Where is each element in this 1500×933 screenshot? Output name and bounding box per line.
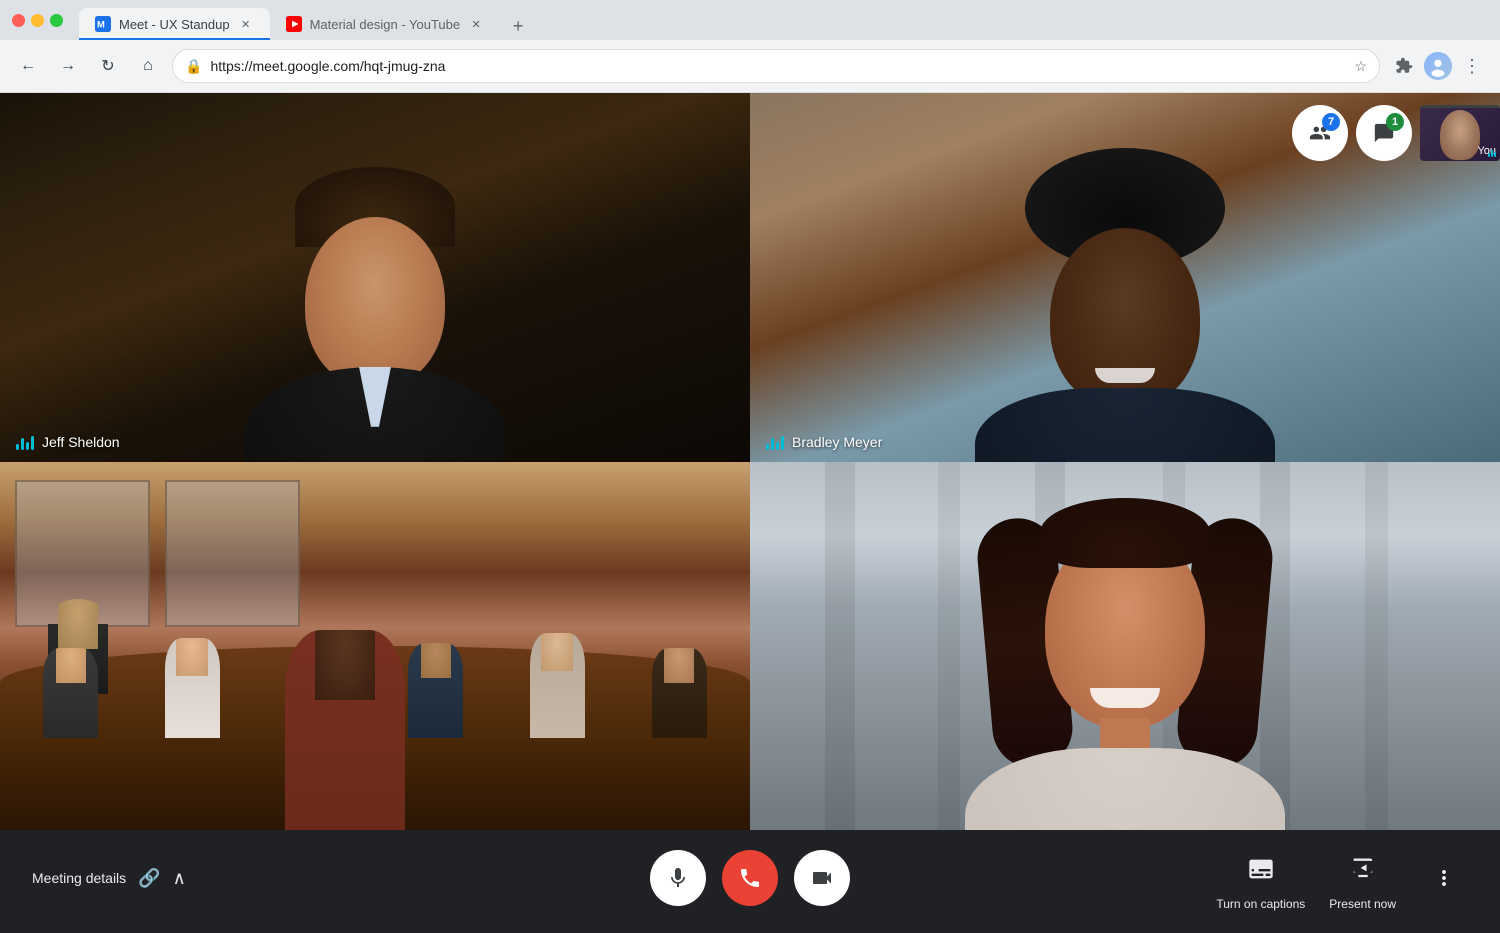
more-options-button[interactable] [1420, 854, 1468, 902]
video-tile-woman [750, 462, 1500, 831]
captions-action[interactable]: Turn on captions [1216, 845, 1305, 911]
self-view-audio [1488, 150, 1496, 157]
microphone-button[interactable] [650, 850, 706, 906]
back-button[interactable]: ← [12, 50, 44, 82]
top-right-controls: 7 1 You [1292, 105, 1500, 161]
user-avatar[interactable] [1424, 52, 1452, 80]
tab-meet-label: Meet - UX Standup [119, 17, 230, 32]
bradley-audio-indicator [766, 434, 784, 450]
present-icon [1339, 845, 1387, 893]
jeff-name-label: Jeff Sheldon [16, 434, 120, 450]
lock-icon: 🔒 [185, 58, 202, 75]
tab-youtube-label: Material design - YouTube [310, 17, 461, 32]
center-controls [650, 850, 850, 906]
tab-meet[interactable]: M Meet - UX Standup ✕ [79, 8, 270, 40]
extensions-button[interactable] [1388, 50, 1420, 82]
captions-icon [1237, 845, 1285, 893]
right-controls: Turn on captions Present now [1216, 845, 1468, 911]
tabs-bar: M Meet - UX Standup ✕ Material design - … [79, 0, 532, 40]
camera-button[interactable] [794, 850, 850, 906]
chat-button[interactable]: 1 [1356, 105, 1412, 161]
meet-container: Jeff Sheldon [0, 93, 1500, 926]
present-label: Present now [1329, 897, 1396, 911]
tab-meet-close-button[interactable]: ✕ [238, 16, 254, 32]
woman-person [965, 498, 1285, 830]
self-view[interactable]: You [1420, 105, 1500, 161]
chevron-up-icon[interactable]: ∧ [173, 868, 186, 889]
video-grid: Jeff Sheldon [0, 93, 1500, 830]
hangup-button[interactable] [722, 850, 778, 906]
present-action[interactable]: Present now [1329, 845, 1396, 911]
jeff-audio-indicator [16, 434, 34, 450]
captions-label: Turn on captions [1216, 897, 1305, 911]
bradley-person [975, 148, 1275, 461]
minimize-window-button[interactable] [31, 14, 44, 27]
link-icon: 🔗 [138, 868, 160, 889]
star-icon: ☆ [1354, 58, 1367, 75]
meet-favicon: M [95, 16, 111, 32]
people-count-button[interactable]: 7 [1292, 105, 1348, 161]
reload-button[interactable]: ↻ [92, 50, 124, 82]
tab-youtube[interactable]: Material design - YouTube ✕ [270, 8, 501, 40]
maximize-window-button[interactable] [50, 14, 63, 27]
meeting-details-label: Meeting details [32, 870, 126, 886]
new-tab-button[interactable]: + [504, 12, 532, 40]
nav-right: ⋮ [1388, 50, 1488, 82]
chat-badge: 1 [1386, 113, 1404, 131]
people-count-badge: 7 [1322, 113, 1340, 131]
video-tile-group [0, 462, 750, 831]
address-bar[interactable]: 🔒 ☆ [172, 49, 1380, 83]
youtube-favicon [286, 16, 302, 32]
meeting-details: Meeting details 🔗 ∧ [32, 868, 186, 889]
jeff-person [245, 167, 505, 462]
tab-youtube-close-button[interactable]: ✕ [468, 16, 484, 32]
home-button[interactable]: ⌂ [132, 50, 164, 82]
nav-bar: ← → ↻ ⌂ 🔒 ☆ ⋮ [0, 40, 1500, 92]
svg-text:M: M [97, 19, 105, 29]
close-window-button[interactable] [12, 14, 25, 27]
url-input[interactable] [210, 58, 1346, 74]
window-controls [12, 14, 63, 27]
jeff-name: Jeff Sheldon [42, 434, 120, 450]
browser-chrome: M Meet - UX Standup ✕ Material design - … [0, 0, 1500, 93]
bradley-name: Bradley Meyer [792, 434, 882, 450]
browser-menu-button[interactable]: ⋮ [1456, 50, 1488, 82]
video-tile-bradley: 7 1 You [750, 93, 1500, 462]
bradley-name-label: Bradley Meyer [766, 434, 882, 450]
video-tile-jeff: Jeff Sheldon [0, 93, 750, 462]
bottom-toolbar: Meeting details 🔗 ∧ [0, 830, 1500, 926]
forward-button[interactable]: → [52, 50, 84, 82]
title-bar: M Meet - UX Standup ✕ Material design - … [0, 0, 1500, 40]
